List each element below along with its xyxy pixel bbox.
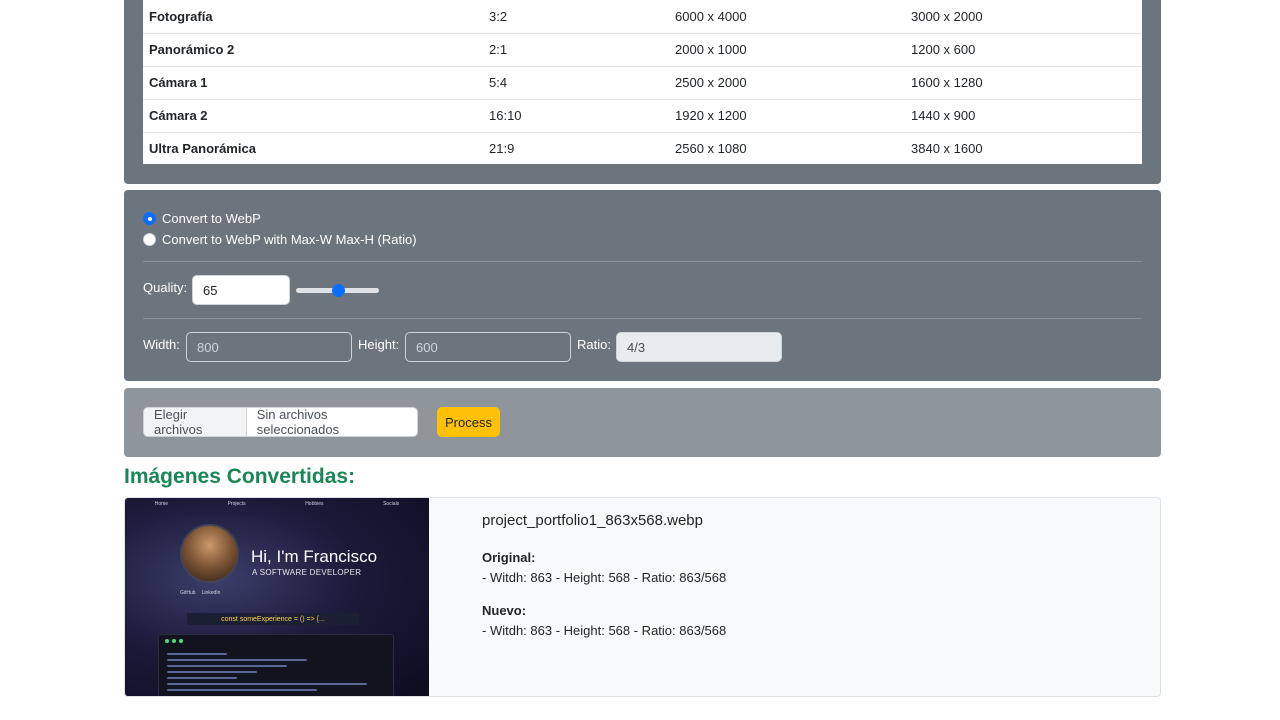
table-cell: 5:4	[483, 66, 669, 100]
new-label: Nuevo:	[482, 603, 527, 618]
quality-label: Quality:	[143, 280, 188, 295]
table-cell: Panorámico 2	[143, 33, 483, 67]
upload-panel: Elegir archivos Sin archivos seleccionad…	[124, 388, 1161, 457]
divider	[143, 261, 1142, 262]
table-cell: 2:1	[483, 33, 669, 67]
table-cell: 3000 x 2000	[905, 0, 1142, 34]
radio-button[interactable]	[143, 212, 156, 225]
table-row: Ultra Panorámica 21:9 2560 x 1080 3840 x…	[143, 132, 1142, 164]
radio-label: Convert to WebP	[162, 211, 261, 226]
radio-button[interactable]	[143, 233, 156, 246]
width-input[interactable]: 800	[186, 332, 352, 362]
choose-files-button[interactable]: Elegir archivos	[144, 408, 247, 436]
file-status-text: Sin archivos seleccionados	[256, 407, 340, 437]
code-line	[167, 689, 317, 691]
quality-slider-handle[interactable]	[331, 284, 345, 297]
terminal-dots-icon	[165, 639, 183, 643]
code-line	[167, 665, 287, 667]
table-cell: 16:10	[483, 99, 669, 133]
thumbnail-nav-item: Home	[154, 501, 169, 507]
thumbnail-nav-item: Projects	[227, 501, 246, 507]
process-button[interactable]: Process	[437, 407, 500, 437]
width-label: Width:	[143, 337, 180, 352]
quality-input[interactable]: 65	[192, 275, 290, 305]
table-row: Cámara 2 16:10 1920 x 1200 1440 x 900	[143, 99, 1142, 133]
radio-convert-webp[interactable]: Convert to WebP	[143, 211, 261, 226]
table-cell: 2560 x 1080	[675, 140, 747, 156]
result-info: project_portfolio1_863x568.webp Original…	[482, 512, 726, 638]
table-cell: Cámara 2	[143, 99, 483, 133]
thumbnail-nav-item: Hobbies	[305, 501, 324, 507]
result-filename: project_portfolio1_863x568.webp	[482, 512, 703, 529]
thumbnail-terminal	[158, 634, 394, 696]
thumbnail-code-title: const someExperience = () => {...	[187, 613, 359, 625]
code-line	[167, 671, 257, 673]
original-dimensions: - Witdh: 863 - Height: 568 - Ratio: 863/…	[482, 570, 727, 585]
height-label: Height:	[358, 337, 400, 352]
thumbnail-link: GitHub	[180, 590, 196, 596]
thumbnail-avatar	[180, 524, 239, 583]
quality-slider[interactable]	[296, 284, 379, 297]
table-cell: Fotografía	[143, 0, 483, 34]
ratio-table: Fotografía 3:2 6000 x 4000 3000 x 2000 P…	[143, 0, 1142, 164]
original-label: Original:	[482, 550, 536, 565]
radio-label: Convert to WebP with Max-W Max-H (Ratio)	[162, 232, 417, 247]
thumbnail-nav-item: Socials	[383, 501, 400, 507]
table-row: Panorámico 2 2:1 2000 x 1000 1200 x 600	[143, 33, 1142, 67]
thumbnail-greeting: Hi, I'm Francisco	[251, 547, 378, 566]
code-line	[167, 683, 367, 685]
new-dimensions: - Witdh: 863 - Height: 568 - Ratio: 863/…	[482, 623, 727, 638]
table-cell: 1440 x 900	[905, 99, 1142, 133]
table-cell: 3:2	[483, 0, 669, 34]
height-input[interactable]: 600	[405, 332, 571, 362]
table-row: Cámara 1 5:4 2500 x 2000 1600 x 1280	[143, 66, 1142, 100]
table-cell: 21:9	[489, 140, 515, 156]
thumbnail-subtitle: A SOFTWARE DEVELOPER	[252, 568, 362, 577]
table-cell: Ultra Panorámica	[149, 140, 256, 156]
table-cell: 1600 x 1280	[905, 66, 1142, 100]
table-row: Fotografía 3:2 6000 x 4000 3000 x 2000	[143, 0, 1142, 34]
thumbnail-nav: Home Projects Hobbies Socials	[125, 501, 429, 507]
table-cell: 6000 x 4000	[669, 0, 905, 34]
ratio-table-panel: Fotografía 3:2 6000 x 4000 3000 x 2000 P…	[124, 0, 1161, 184]
table-cell: 1920 x 1200	[669, 99, 905, 133]
table-cell: 3840 x 1600	[911, 140, 983, 156]
thumbnail-link: LinkedIn	[201, 590, 221, 596]
table-cell: 1200 x 600	[905, 33, 1142, 67]
table-cell: Cámara 1	[143, 66, 483, 100]
section-title: Imágenes Convertidas:	[124, 465, 356, 488]
options-panel: Convert to WebP Convert to WebP with Max…	[124, 190, 1161, 381]
code-line	[167, 653, 227, 655]
divider	[143, 318, 1142, 319]
table-cell: 2000 x 1000	[669, 33, 905, 67]
file-input[interactable]: Elegir archivos Sin archivos seleccionad…	[143, 407, 418, 437]
ratio-label: Ratio:	[577, 337, 611, 352]
thumbnail-links: GitHub LinkedIn	[180, 590, 220, 596]
radio-convert-webp-ratio[interactable]: Convert to WebP with Max-W Max-H (Ratio)	[143, 232, 417, 247]
ratio-input[interactable]: 4/3	[616, 332, 782, 362]
table-cell: 2500 x 2000	[669, 66, 905, 100]
code-line	[167, 677, 237, 679]
result-thumbnail: Home Projects Hobbies Socials Hi, I'm Fr…	[125, 498, 429, 696]
result-card: Home Projects Hobbies Socials Hi, I'm Fr…	[124, 497, 1161, 697]
code-line	[167, 659, 307, 661]
